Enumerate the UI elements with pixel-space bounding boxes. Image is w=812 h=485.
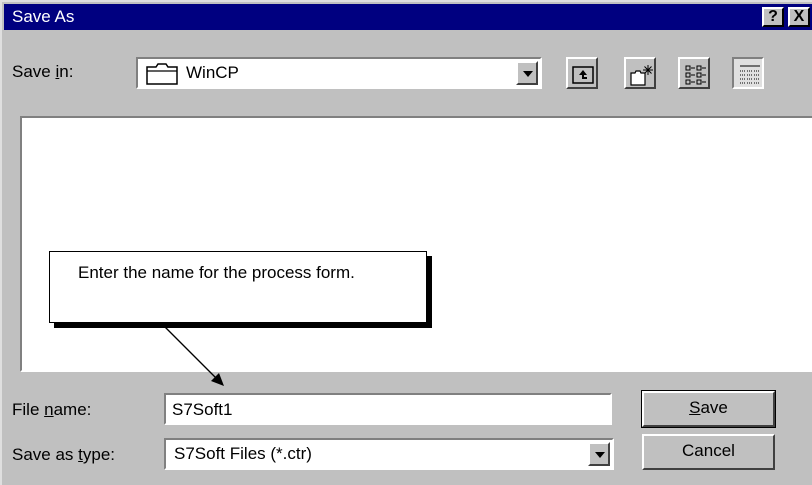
callout-arrow-icon [161, 323, 224, 386]
save-in-label-suffix: n: [59, 62, 74, 81]
chevron-down-icon [523, 71, 533, 77]
save-as-type-label-suffix: ype: [82, 445, 116, 464]
save-in-value: WinCP [186, 63, 239, 82]
save-as-type-value: S7Soft Files (*.ctr) [174, 444, 312, 463]
save-in-label: Save in: [12, 62, 73, 82]
callout-text: Enter the name for the process form. [78, 263, 355, 282]
save-button[interactable]: Save [641, 390, 776, 428]
save-in-label-prefix: Save [12, 62, 56, 81]
save-as-type-dropdown-button[interactable] [588, 442, 610, 466]
file-name-value: S7Soft1 [172, 400, 233, 419]
details-view-button[interactable] [732, 57, 764, 89]
list-view-button[interactable] [678, 57, 710, 89]
title-bar: Save As ? X [4, 4, 812, 30]
save-as-type-dropdown[interactable]: S7Soft Files (*.ctr) [164, 438, 614, 470]
save-button-hotkey: S [689, 398, 701, 417]
annotation-callout: Enter the name for the process form. [49, 251, 427, 323]
list-view-icon [685, 65, 706, 85]
save-as-type-label: Save as type: [12, 445, 115, 465]
chevron-down-icon [595, 452, 605, 458]
file-name-input[interactable]: S7Soft1 [164, 393, 612, 425]
up-folder-icon [572, 66, 594, 84]
new-folder-button[interactable] [624, 57, 656, 89]
file-name-label-prefix: File [12, 400, 45, 419]
cancel-button[interactable]: Cancel [642, 434, 775, 470]
file-list[interactable] [20, 116, 812, 372]
save-button-label: ave [700, 398, 728, 417]
folder-icon [146, 63, 178, 85]
save-in-dropdown[interactable]: WinCP [136, 57, 542, 89]
up-one-level-button[interactable] [566, 57, 598, 89]
details-view-icon [740, 65, 760, 84]
dialog-title: Save As [12, 7, 75, 26]
close-button[interactable]: X [788, 7, 810, 27]
file-name-label: File name: [12, 400, 91, 420]
new-folder-icon [630, 65, 653, 86]
save-as-type-label-prefix: Save as [12, 445, 79, 464]
file-name-label-hotkey: n [44, 400, 54, 419]
file-name-label-suffix: ame: [53, 400, 92, 419]
help-button[interactable]: ? [762, 7, 784, 27]
save-in-dropdown-button[interactable] [516, 61, 538, 85]
save-as-dialog: Save As ? X Save in: WinCP Enter the nam… [0, 0, 812, 485]
